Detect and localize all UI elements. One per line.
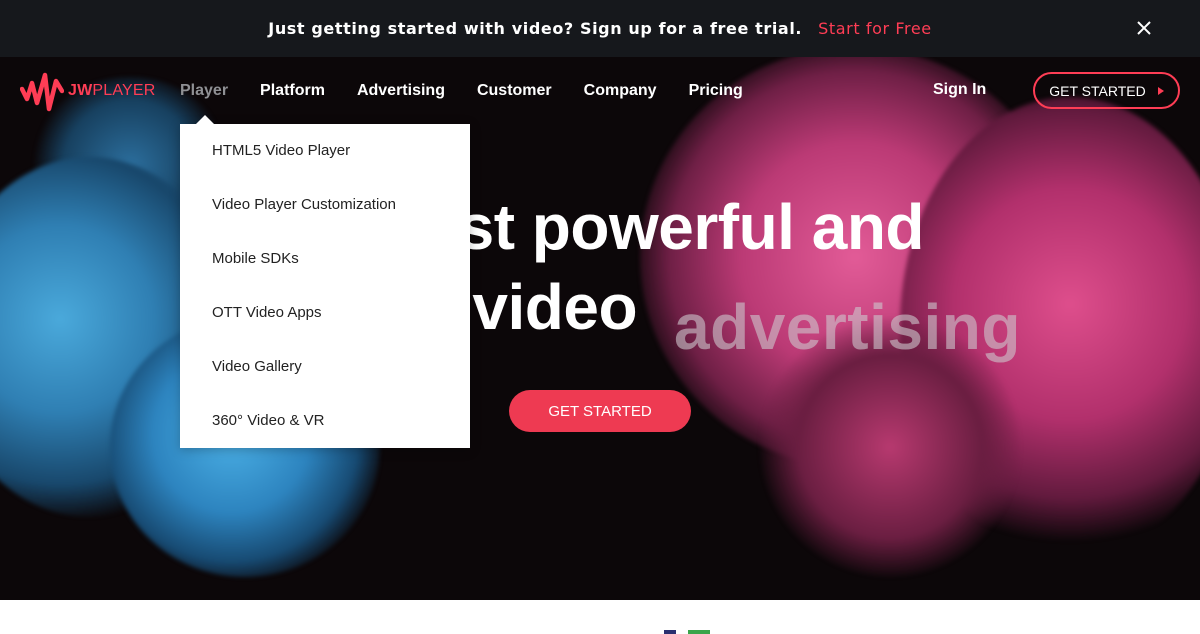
logo-wordmark: JWPLAYER	[68, 82, 156, 100]
nav-get-started-label: GET STARTED	[1049, 82, 1146, 99]
nav-item-player[interactable]: Player	[180, 82, 228, 100]
nav-item-advertising[interactable]: Advertising	[357, 82, 445, 100]
start-for-free-link[interactable]: Start for Free	[818, 19, 932, 38]
next-section	[0, 600, 1200, 634]
menu-item-mobile-sdks[interactable]: Mobile SDKs	[212, 250, 299, 274]
nav-menu: Player Platform Advertising Customer Com…	[180, 57, 775, 125]
nav-item-customer[interactable]: Customer	[477, 82, 552, 100]
nav-item-pricing[interactable]: Pricing	[689, 82, 743, 100]
menu-item-video-gallery[interactable]: Video Gallery	[212, 358, 302, 382]
partner-logo-fragment	[664, 630, 676, 634]
headline-line-1: ost powerful and	[420, 191, 925, 263]
partner-logo-fragment	[688, 630, 710, 634]
announcement-bar: Just getting started with video? Sign up…	[0, 0, 1200, 57]
play-arrow-icon	[1157, 86, 1164, 95]
sign-in-link[interactable]: Sign In	[933, 81, 986, 99]
hero-get-started-button[interactable]: GET STARTED	[509, 390, 691, 432]
jwplayer-logo[interactable]: JWPLAYER	[20, 69, 156, 113]
jw-logo-icon	[20, 72, 64, 112]
menu-item-html5-video-player[interactable]: HTML5 Video Player	[212, 142, 350, 166]
close-icon[interactable]	[1134, 18, 1154, 38]
nav-item-platform[interactable]: Platform	[260, 82, 325, 100]
nav-get-started-button[interactable]: GET STARTED	[1033, 72, 1180, 109]
menu-item-video-player-customization[interactable]: Video Player Customization	[212, 196, 396, 220]
nav-item-company[interactable]: Company	[584, 82, 657, 100]
menu-item-ott-video-apps[interactable]: OTT Video Apps	[212, 304, 322, 328]
dropdown-caret	[196, 115, 214, 124]
logo-light-text: PLAYER	[92, 82, 156, 99]
main-nav: JWPLAYER Player Platform Advertising Cus…	[0, 57, 1200, 125]
player-dropdown-menu: HTML5 Video Player Video Player Customiz…	[180, 124, 470, 448]
announcement-message: Just getting started with video? Sign up…	[268, 19, 803, 38]
logo-bold-text: JW	[68, 82, 93, 99]
menu-item-360-video-vr[interactable]: 360° Video & VR	[212, 412, 324, 436]
headline-rotating-word: advertising	[674, 291, 1021, 363]
